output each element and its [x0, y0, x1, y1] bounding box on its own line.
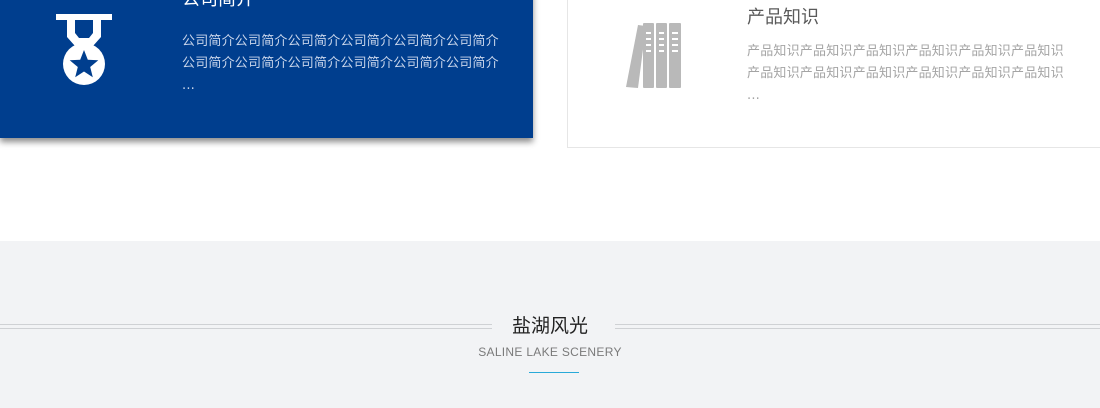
page: 公司简介 公司简介公司简介公司简介公司简介公司简介公司简介公司简介公司简介公司简…: [0, 0, 1100, 408]
card-title[interactable]: 公司简介: [182, 0, 254, 12]
card-description: 产品知识产品知识产品知识产品知识产品知识产品知识产品知识产品知识产品知识产品知识…: [747, 44, 1064, 103]
binders-icon: [620, 21, 690, 91]
section-subtitle: SALINE LAKE SCENERY: [478, 345, 622, 359]
medal-icon: [55, 14, 113, 86]
company-profile-card[interactable]: 公司简介 公司简介公司简介公司简介公司简介公司简介公司简介公司简介公司简介公司简…: [0, 0, 533, 138]
card-description: 公司简介公司简介公司简介公司简介公司简介公司简介公司简介公司简介公司简介公司简介…: [182, 34, 499, 93]
scenery-section: 盐湖风光 SALINE LAKE SCENERY: [0, 241, 1100, 408]
accent-underline: [529, 372, 579, 373]
section-title: 盐湖风光: [511, 315, 588, 337]
product-knowledge-card[interactable]: 产品知识 产品知识产品知识产品知识产品知识产品知识产品知识产品知识产品知识产品知…: [567, 0, 1100, 148]
card-title[interactable]: 产品知识: [747, 6, 819, 30]
